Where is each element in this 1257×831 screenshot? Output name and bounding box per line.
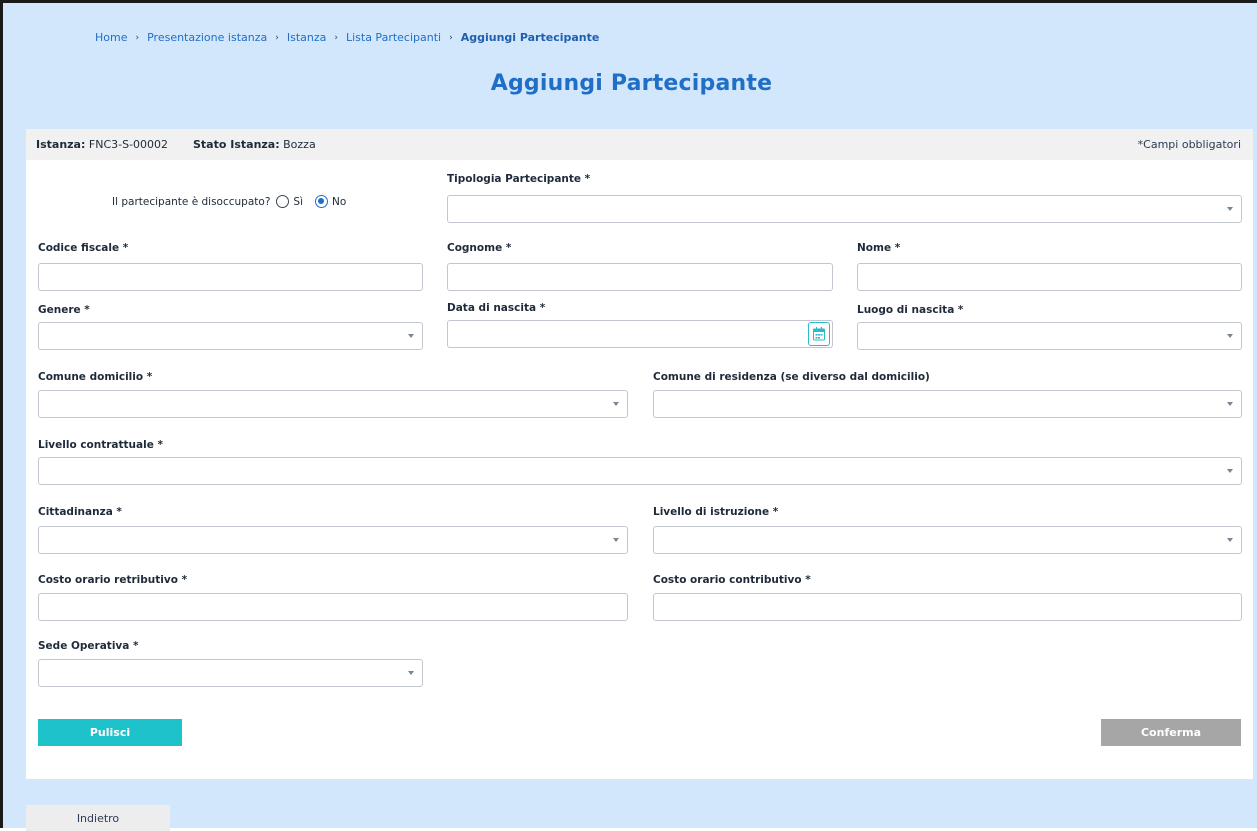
istanza-label: Istanza: <box>36 138 86 151</box>
tipologia-partecipante-label: Tipologia Partecipante * <box>447 173 591 185</box>
breadcrumb-home[interactable]: Home <box>95 31 127 44</box>
breadcrumb: Home › Presentazione istanza › Istanza ›… <box>95 31 599 44</box>
chevron-down-icon <box>1227 334 1233 338</box>
data-nascita-input[interactable] <box>447 320 833 348</box>
cittadinanza-label: Cittadinanza * <box>38 506 122 518</box>
cognome-label: Cognome * <box>447 242 512 254</box>
istanza-value: FNC3-S-00002 <box>88 138 169 151</box>
comune-residenza-select[interactable] <box>653 390 1242 418</box>
stato-label: Stato Istanza: <box>193 138 280 151</box>
page-frame: Home › Presentazione istanza › Istanza ›… <box>0 0 1257 831</box>
breadcrumb-lista-partecipanti[interactable]: Lista Partecipanti <box>346 31 441 44</box>
breadcrumb-separator: › <box>334 32 338 43</box>
radio-si-label: Sì <box>293 195 303 208</box>
nome-input[interactable] <box>857 263 1242 291</box>
cittadinanza-select[interactable] <box>38 526 628 554</box>
radio-si[interactable] <box>276 195 290 208</box>
sede-operativa-select[interactable] <box>38 659 423 687</box>
indietro-button[interactable]: Indietro <box>26 805 170 831</box>
livello-istruzione-label: Livello di istruzione * <box>653 506 779 518</box>
comune-domicilio-select[interactable] <box>38 390 628 418</box>
codice-fiscale-input[interactable] <box>38 263 423 291</box>
disoccupato-label: Il partecipante è disoccupato? <box>112 195 271 208</box>
chevron-down-icon <box>1227 469 1233 473</box>
calendar-button[interactable] <box>808 322 830 346</box>
pulisci-button[interactable]: Pulisci <box>38 719 182 746</box>
livello-contrattuale-select[interactable] <box>38 457 1242 485</box>
livello-istruzione-select[interactable] <box>653 526 1242 554</box>
luogo-nascita-label: Luogo di nascita * <box>857 304 964 316</box>
genere-label: Genere * <box>38 304 90 316</box>
luogo-nascita-select[interactable] <box>857 322 1242 350</box>
breadcrumb-separator: › <box>135 32 140 43</box>
costo-contributivo-input[interactable] <box>653 593 1242 621</box>
livello-contrattuale-label: Livello contrattuale * <box>38 439 163 451</box>
calendar-icon <box>813 327 825 341</box>
costo-contributivo-label: Costo orario contributivo * <box>653 574 811 586</box>
comune-residenza-label: Comune di residenza (se diverso dal domi… <box>653 371 930 383</box>
chevron-down-icon <box>613 402 619 406</box>
codice-fiscale-label: Codice fiscale * <box>38 242 129 254</box>
istanza-info: Istanza: FNC3-S-00002 <box>36 138 168 151</box>
page-title: Aggiungi Partecipante <box>490 71 773 96</box>
tipologia-partecipante-select[interactable] <box>447 195 1242 223</box>
nome-label: Nome * <box>857 242 901 254</box>
conferma-button[interactable]: Conferma <box>1101 719 1241 746</box>
costo-retributivo-input[interactable] <box>38 593 628 621</box>
stato-value: Bozza <box>283 138 316 151</box>
costo-retributivo-label: Costo orario retributivo * <box>38 574 188 586</box>
required-fields-note: *Campi obbligatori <box>1137 138 1241 151</box>
breadcrumb-separator: › <box>449 32 453 43</box>
radio-no-label: No <box>332 195 347 208</box>
breadcrumb-separator: › <box>275 32 279 43</box>
data-nascita-label: Data di nascita * <box>447 302 546 314</box>
chevron-down-icon <box>408 671 414 675</box>
comune-domicilio-label: Comune domicilio * <box>38 371 153 383</box>
disoccupato-question: Il partecipante è disoccupato? Sì No <box>112 195 352 208</box>
sede-operativa-label: Sede Operativa * <box>38 640 139 652</box>
form-panel: Istanza: FNC3-S-00002 Stato Istanza: Boz… <box>26 129 1253 779</box>
chevron-down-icon <box>408 334 414 338</box>
chevron-down-icon <box>613 538 619 542</box>
genere-select[interactable] <box>38 322 423 350</box>
instance-info-bar: Istanza: FNC3-S-00002 Stato Istanza: Boz… <box>26 129 1253 160</box>
cognome-input[interactable] <box>447 263 833 291</box>
breadcrumb-current: Aggiungi Partecipante <box>460 31 600 44</box>
chevron-down-icon <box>1227 207 1233 211</box>
chevron-down-icon <box>1227 402 1233 406</box>
stato-info: Stato Istanza: Bozza <box>193 138 316 151</box>
breadcrumb-istanza[interactable]: Istanza <box>287 31 327 44</box>
breadcrumb-presentazione-istanza[interactable]: Presentazione istanza <box>147 31 267 44</box>
chevron-down-icon <box>1227 538 1233 542</box>
radio-no[interactable] <box>315 195 328 208</box>
